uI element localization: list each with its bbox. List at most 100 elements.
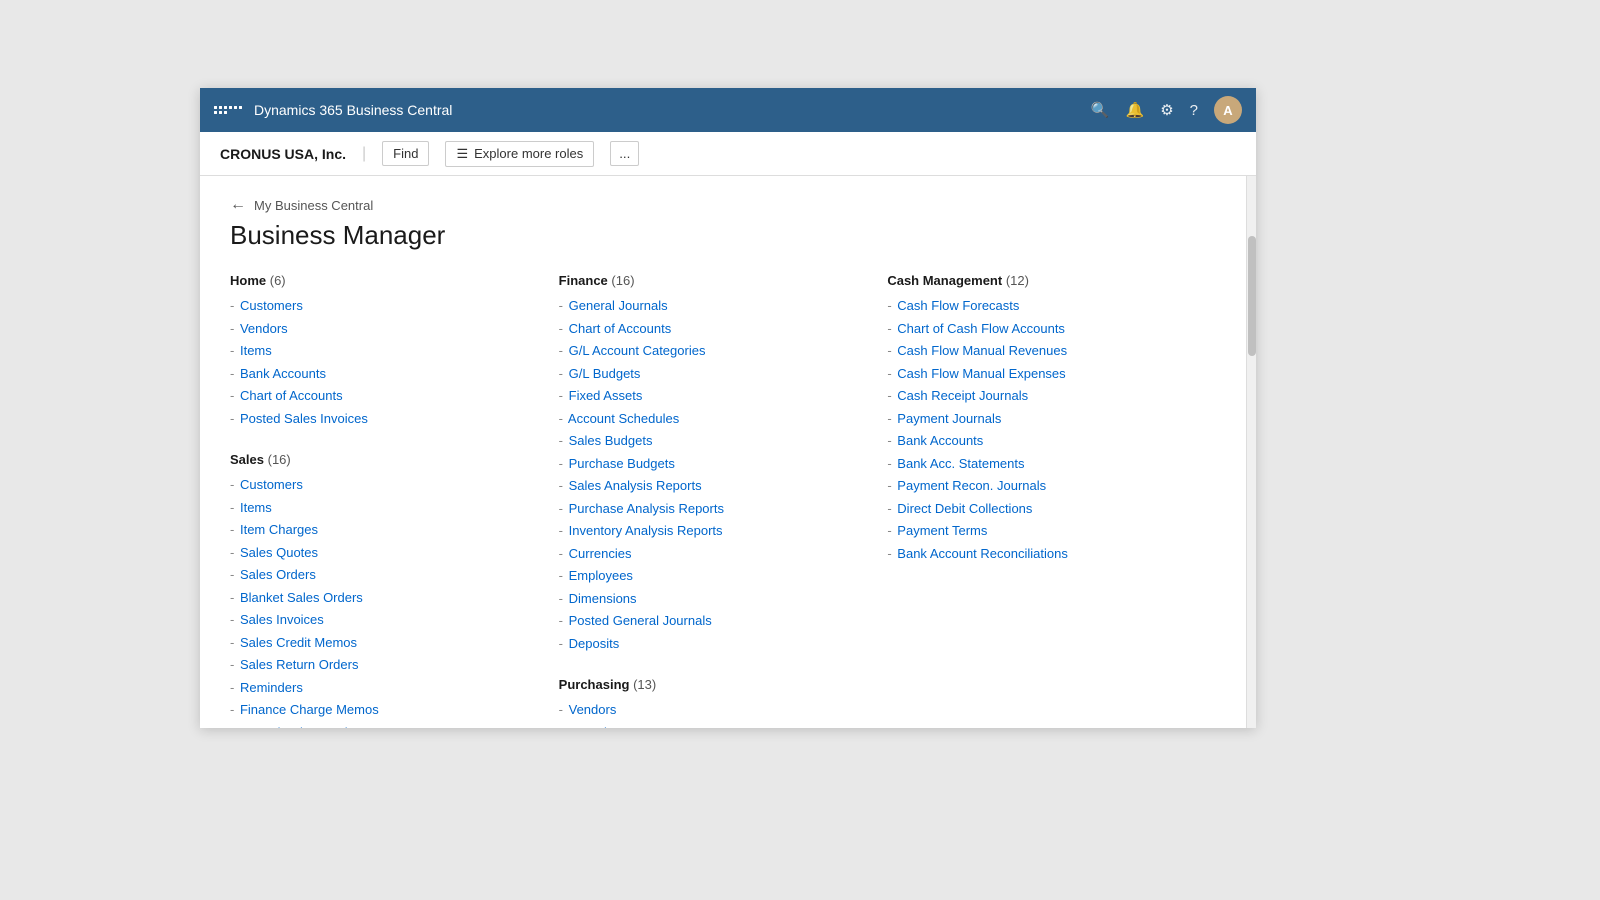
list-item: - Sales Invoices (230, 610, 539, 630)
help-icon[interactable]: ? (1190, 102, 1198, 119)
fixed-assets-link[interactable]: Fixed Assets (569, 388, 643, 403)
list-item: - Account Schedules (559, 409, 868, 429)
section-cash-management-header: Cash Management (12) (887, 273, 1196, 288)
sales-return-orders-link[interactable]: Sales Return Orders (240, 657, 359, 672)
home-bank-accounts-link[interactable]: Bank Accounts (240, 366, 326, 381)
list-item: - General Journals (559, 296, 868, 316)
home-posted-sales-invoices-link[interactable]: Posted Sales Invoices (240, 411, 368, 426)
account-schedules-link[interactable]: Account Schedules (568, 411, 679, 426)
section-purchasing-items: - Vendors - Incoming Documents - Item Ch… (559, 700, 868, 728)
list-item: - Items (230, 341, 539, 361)
app-window: Dynamics 365 Business Central 🔍 🔔 ⚙ ? A … (200, 88, 1256, 728)
list-item: - G/L Account Categories (559, 341, 868, 361)
home-chart-accounts-link[interactable]: Chart of Accounts (240, 388, 343, 403)
gl-budgets-link[interactable]: G/L Budgets (569, 366, 641, 381)
section-home-items: - Customers - Vendors - Items - Bank Acc… (230, 296, 539, 428)
sales-customers-link[interactable]: Customers (240, 477, 303, 492)
list-item: - Cash Receipt Journals (887, 386, 1196, 406)
more-options-button[interactable]: ... (610, 141, 639, 166)
section-finance-count: (16) (611, 273, 634, 288)
cash-flow-manual-expenses-link[interactable]: Cash Flow Manual Expenses (897, 366, 1065, 381)
list-item: - Payment Journals (887, 409, 1196, 429)
list-item: - Posted General Journals (559, 611, 868, 631)
list-item: - Bank Account Reconciliations (887, 544, 1196, 564)
list-item: - Cash Flow Manual Revenues (887, 341, 1196, 361)
sales-orders-link[interactable]: Sales Orders (240, 567, 316, 582)
app-grid-icon[interactable] (214, 106, 242, 114)
section-home-count: (6) (270, 273, 286, 288)
cash-bank-accounts-link[interactable]: Bank Accounts (897, 433, 983, 448)
sales-analysis-reports-link[interactable]: Sales Analysis Reports (569, 478, 702, 493)
section-sales: Sales (16) - Customers - Items - Item Ch… (230, 452, 559, 728)
inventory-analysis-reports-link[interactable]: Inventory Analysis Reports (569, 523, 723, 538)
chart-of-accounts-link[interactable]: Chart of Accounts (569, 321, 672, 336)
section-purchasing-header: Purchasing (13) (559, 677, 868, 692)
list-item: - Payment Recon. Journals (887, 476, 1196, 496)
search-icon[interactable]: 🔍 (1091, 101, 1110, 119)
section-finance: Finance (16) - General Journals - Chart … (559, 273, 888, 653)
company-name: CRONUS USA, Inc. (220, 146, 346, 162)
finance-charge-memos-link[interactable]: Finance Charge Memos (240, 702, 379, 717)
list-item: - Fixed Assets (559, 386, 868, 406)
section-home: Home (6) - Customers - Vendors - Items -… (230, 273, 559, 428)
dimensions-link[interactable]: Dimensions (569, 591, 637, 606)
deposits-link[interactable]: Deposits (569, 636, 620, 651)
subbar-divider: | (362, 145, 366, 163)
purchase-budgets-link[interactable]: Purchase Budgets (569, 456, 675, 471)
posted-sales-invoices-link[interactable]: Posted Sales Invoices (240, 725, 368, 729)
sales-items-link[interactable]: Items (240, 500, 272, 515)
list-item: - Items (230, 498, 539, 518)
explore-icon: ☰ (456, 146, 468, 162)
payment-terms-link[interactable]: Payment Terms (897, 523, 987, 538)
home-vendors-link[interactable]: Vendors (240, 321, 288, 336)
list-item: - Posted Sales Invoices (230, 409, 539, 429)
home-customers-link[interactable]: Customers (240, 298, 303, 313)
section-finance-title: Finance (559, 273, 608, 288)
sales-quotes-link[interactable]: Sales Quotes (240, 545, 318, 560)
currencies-link[interactable]: Currencies (569, 546, 632, 561)
list-item: - Item Charges (230, 520, 539, 540)
list-item: - Chart of Cash Flow Accounts (887, 319, 1196, 339)
list-item: - Purchase Budgets (559, 454, 868, 474)
list-item: - Purchase Analysis Reports (559, 499, 868, 519)
list-item: - Customers (230, 296, 539, 316)
home-items-link[interactable]: Items (240, 343, 272, 358)
gear-icon[interactable]: ⚙ (1160, 101, 1173, 119)
avatar[interactable]: A (1214, 96, 1242, 124)
cash-receipt-journals-link[interactable]: Cash Receipt Journals (897, 388, 1028, 403)
reminders-link[interactable]: Reminders (240, 680, 303, 695)
purchasing-vendors-link[interactable]: Vendors (569, 702, 617, 717)
purchase-analysis-reports-link[interactable]: Purchase Analysis Reports (569, 501, 724, 516)
list-item: - Sales Credit Memos (230, 633, 539, 653)
explore-roles-button[interactable]: ☰ Explore more roles (445, 141, 594, 167)
cash-flow-manual-revenues-link[interactable]: Cash Flow Manual Revenues (897, 343, 1067, 358)
posted-general-journals-link[interactable]: Posted General Journals (569, 613, 712, 628)
sales-budgets-link[interactable]: Sales Budgets (569, 433, 653, 448)
incoming-documents-link[interactable]: Incoming Documents (569, 725, 691, 729)
direct-debit-collections-link[interactable]: Direct Debit Collections (897, 501, 1032, 516)
cash-flow-forecasts-link[interactable]: Cash Flow Forecasts (897, 298, 1019, 313)
sales-invoices-link[interactable]: Sales Invoices (240, 612, 324, 627)
section-purchasing-title: Purchasing (559, 677, 630, 692)
gl-account-categories-link[interactable]: G/L Account Categories (569, 343, 706, 358)
list-item: - Chart of Accounts (559, 319, 868, 339)
back-button[interactable]: ← (230, 196, 246, 214)
general-journals-link[interactable]: General Journals (569, 298, 668, 313)
payment-journals-link[interactable]: Payment Journals (897, 411, 1001, 426)
payment-recon-journals-link[interactable]: Payment Recon. Journals (897, 478, 1046, 493)
bell-icon[interactable]: 🔔 (1126, 101, 1145, 119)
scrollbar-track[interactable] (1246, 176, 1256, 728)
section-sales-title: Sales (230, 452, 264, 467)
find-button[interactable]: Find (382, 141, 429, 166)
sales-item-charges-link[interactable]: Item Charges (240, 522, 318, 537)
subbar: CRONUS USA, Inc. | Find ☰ Explore more r… (200, 132, 1256, 176)
bank-account-reconciliations-link[interactable]: Bank Account Reconciliations (897, 546, 1068, 561)
scrollbar-thumb[interactable] (1248, 236, 1256, 356)
blanket-sales-orders-link[interactable]: Blanket Sales Orders (240, 590, 363, 605)
employees-link[interactable]: Employees (569, 568, 633, 583)
list-item: - Sales Quotes (230, 543, 539, 563)
section-finance-items: - General Journals - Chart of Accounts -… (559, 296, 868, 653)
chart-cash-flow-accounts-link[interactable]: Chart of Cash Flow Accounts (897, 321, 1065, 336)
sales-credit-memos-link[interactable]: Sales Credit Memos (240, 635, 357, 650)
bank-acc-statements-link[interactable]: Bank Acc. Statements (897, 456, 1024, 471)
